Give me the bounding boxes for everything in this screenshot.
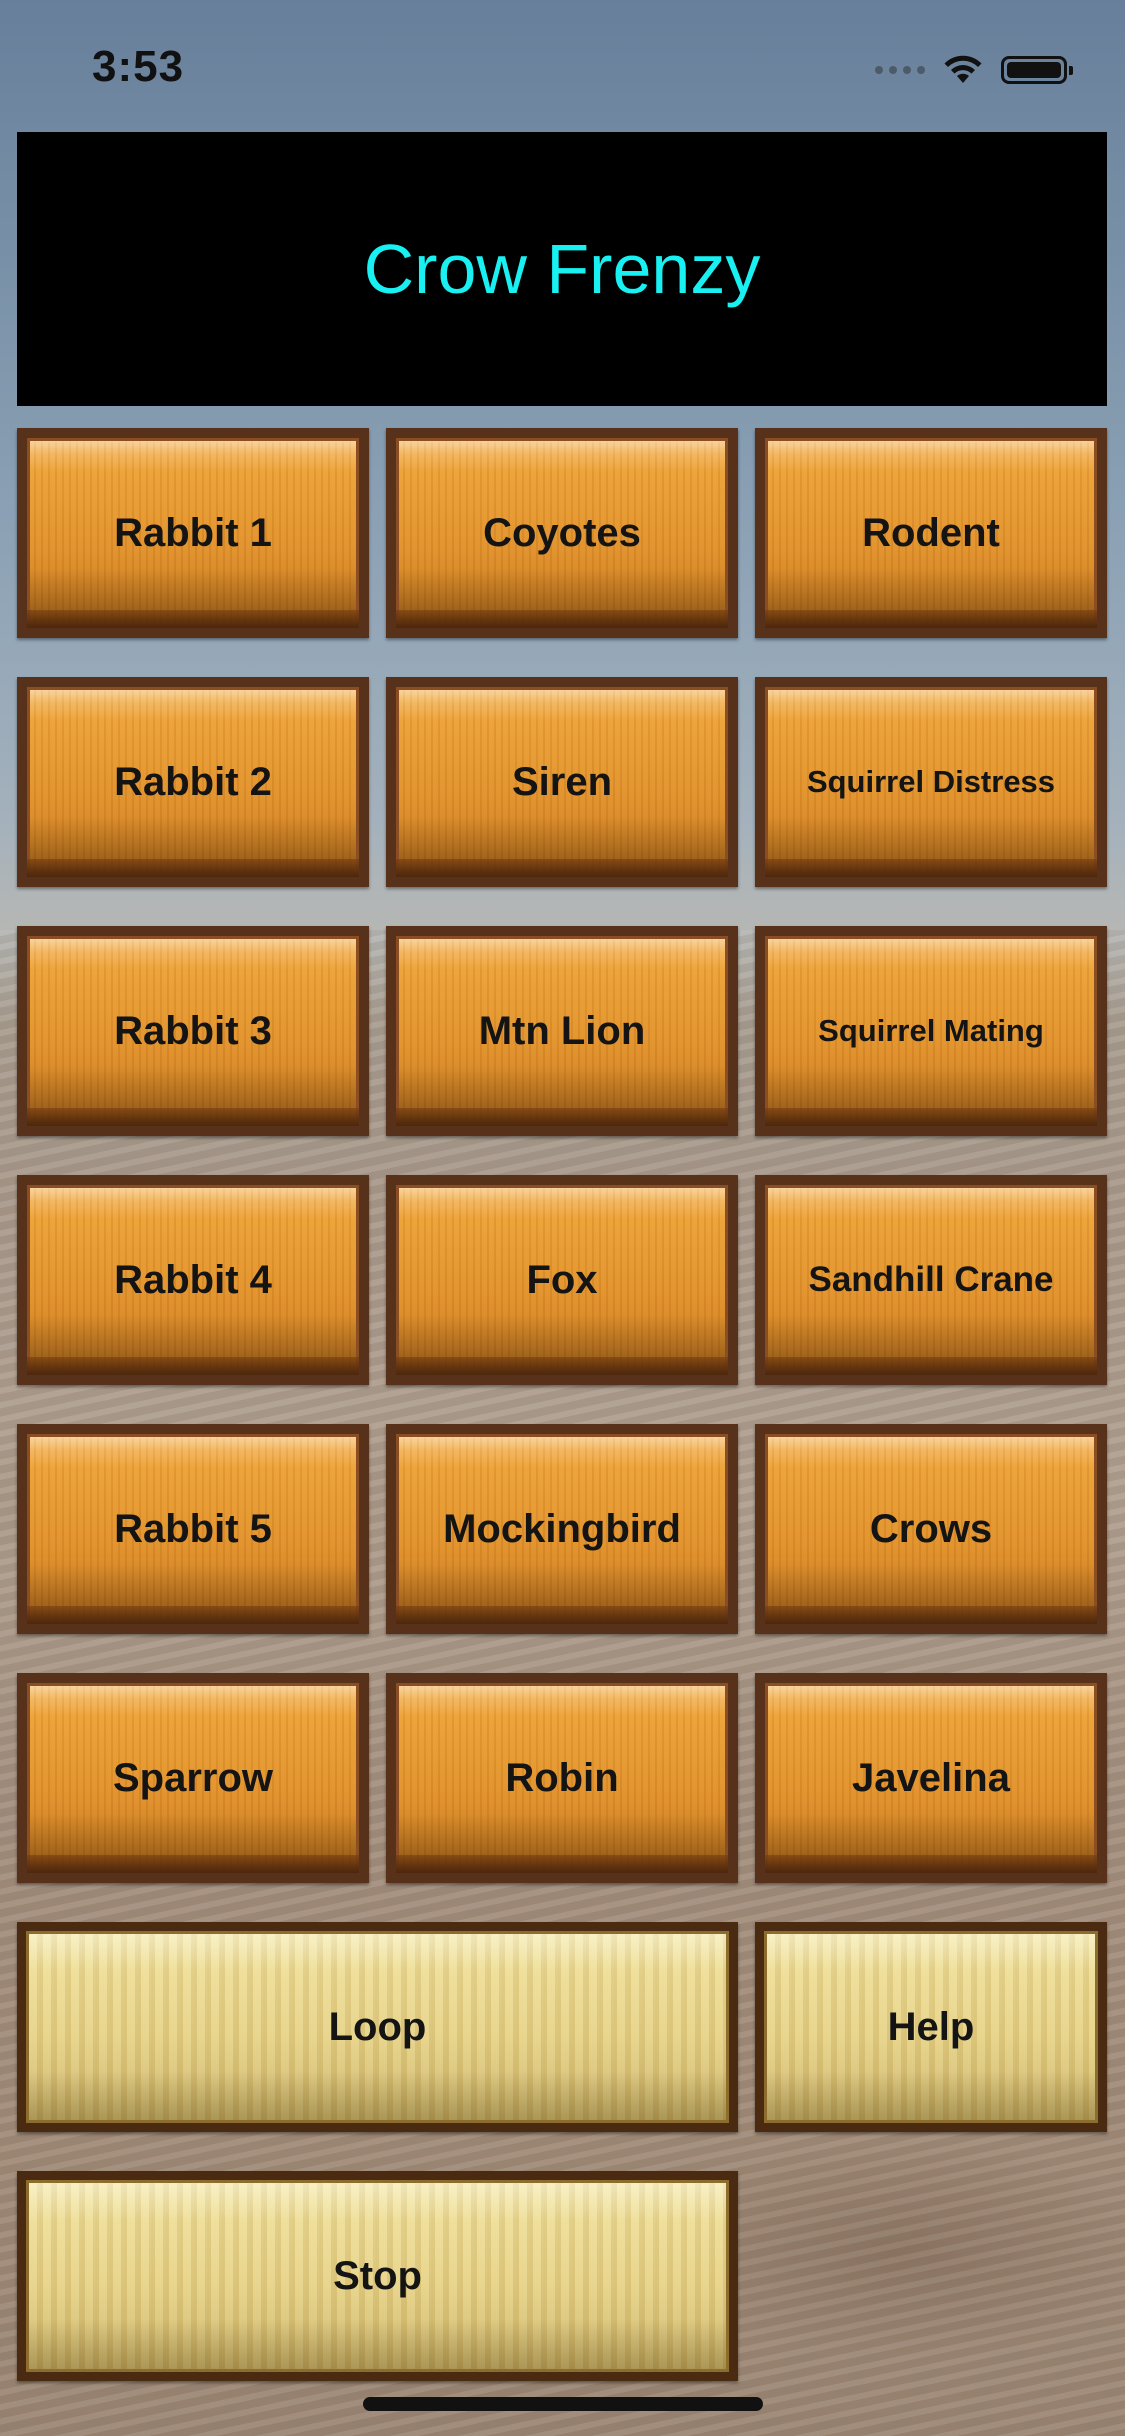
cellular-icon <box>875 66 925 74</box>
help-button[interactable]: Help <box>755 1922 1107 2132</box>
mockingbird-button[interactable]: Mockingbird <box>386 1424 738 1634</box>
button-label: Fox <box>526 1257 598 1302</box>
status-time: 3:53 <box>92 42 185 91</box>
rabbit-2-button[interactable]: Rabbit 2 <box>17 677 369 887</box>
mtn-lion-button[interactable]: Mtn Lion <box>386 926 738 1136</box>
button-label: Rodent <box>862 510 1000 555</box>
app-title: Crow Frenzy <box>363 230 761 308</box>
sandhill-crane-button[interactable]: Sandhill Crane <box>755 1175 1107 1385</box>
button-label: Javelina <box>852 1755 1010 1800</box>
button-label: Crows <box>869 1506 993 1551</box>
fox-button[interactable]: Fox <box>386 1175 738 1385</box>
status-icons <box>875 50 1073 90</box>
rabbit-5-button[interactable]: Rabbit 5 <box>17 1424 369 1634</box>
button-label: Rabbit 5 <box>114 1506 272 1551</box>
wifi-icon <box>944 55 982 83</box>
stop-button[interactable]: Stop <box>17 2171 738 2381</box>
siren-button[interactable]: Siren <box>386 677 738 887</box>
loop-button[interactable]: Loop <box>17 1922 738 2132</box>
button-label: Squirrel Distress <box>806 764 1056 799</box>
button-label: Mtn Lion <box>478 1008 646 1053</box>
button-label: Squirrel Mating <box>818 1013 1044 1048</box>
button-label: Robin <box>505 1755 619 1800</box>
button-label: Coyotes <box>483 510 641 555</box>
crows-button[interactable]: Crows <box>755 1424 1107 1634</box>
button-label: Loop <box>328 2004 427 2049</box>
rabbit-1-button[interactable]: Rabbit 1 <box>17 428 369 638</box>
rabbit-4-button[interactable]: Rabbit 4 <box>17 1175 369 1385</box>
rodent-button[interactable]: Rodent <box>755 428 1107 638</box>
home-indicator[interactable] <box>363 2397 763 2411</box>
button-label: Rabbit 4 <box>114 1257 272 1302</box>
button-label: Sandhill Crane <box>808 1260 1054 1299</box>
button-label: Stop <box>333 2253 422 2298</box>
robin-button[interactable]: Robin <box>386 1673 738 1883</box>
button-label: Help <box>887 2004 975 2049</box>
button-label: Rabbit 1 <box>114 510 272 555</box>
javelina-button[interactable]: Javelina <box>755 1673 1107 1883</box>
squirrel-mating-button[interactable]: Squirrel Mating <box>755 926 1107 1136</box>
button-label: Rabbit 3 <box>114 1008 272 1053</box>
title-banner: Crow Frenzy <box>17 132 1107 406</box>
button-label: Mockingbird <box>443 1506 681 1551</box>
button-label: Rabbit 2 <box>114 759 272 804</box>
sparrow-button[interactable]: Sparrow <box>17 1673 369 1883</box>
button-label: Sparrow <box>112 1755 274 1800</box>
button-label: Siren <box>511 759 613 804</box>
battery-icon <box>1001 56 1073 84</box>
squirrel-distress-button[interactable]: Squirrel Distress <box>755 677 1107 887</box>
rabbit-3-button[interactable]: Rabbit 3 <box>17 926 369 1136</box>
coyotes-button[interactable]: Coyotes <box>386 428 738 638</box>
